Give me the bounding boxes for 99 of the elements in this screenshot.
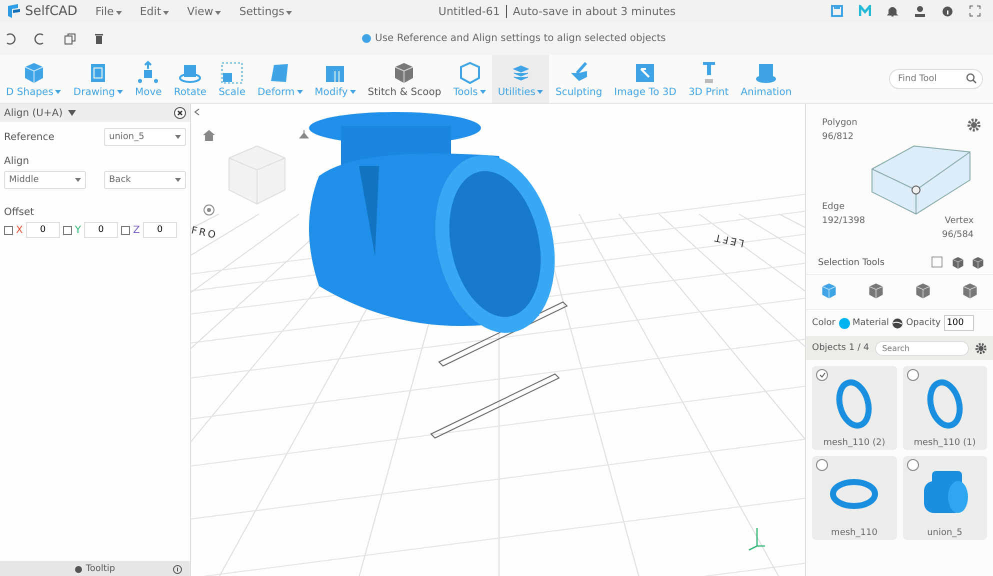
offset-field[interactable]: 0 [142, 222, 177, 238]
ring-thumbnail [834, 378, 874, 430]
toolbar-tool[interactable]: Drawing [67, 55, 129, 103]
caret-icon [175, 178, 181, 182]
axis-label: X [16, 224, 23, 236]
toolbar-tool[interactable]: Animation [734, 55, 798, 103]
offset-field[interactable]: 0 [84, 222, 118, 238]
caret-icon [175, 135, 181, 139]
object-name: mesh_110 (2) [823, 438, 886, 448]
edge-label: Edge [822, 201, 846, 214]
info-icon [362, 34, 371, 43]
tooltip-label[interactable]: Tooltip [86, 564, 116, 574]
object-name: mesh_110 (1) [914, 438, 976, 448]
fullscreen-icon[interactable] [969, 5, 981, 17]
user-icon[interactable] [914, 5, 926, 17]
caret-icon[interactable] [68, 110, 76, 116]
object-card[interactable]: union_5 [902, 456, 987, 540]
home-icon[interactable] [203, 130, 215, 141]
color-label: Color [812, 318, 836, 328]
box-select-icon[interactable] [931, 256, 945, 270]
object-name: mesh_110 [831, 528, 878, 538]
toolbar-tool[interactable]: Scale [212, 55, 252, 103]
axis-checkbox[interactable] [4, 226, 13, 234]
polygon-label: Polygon [822, 117, 858, 130]
axis-label: Z [132, 224, 140, 236]
opacity-label: Opacity [906, 318, 941, 328]
undo-icon[interactable] [4, 32, 16, 44]
cube-icon[interactable] [971, 256, 985, 270]
menu-item[interactable]: View [187, 4, 222, 18]
trash-icon[interactable] [94, 32, 104, 44]
ring-thumbnail [924, 378, 965, 430]
app-logo-text: SelfCAD [25, 4, 78, 18]
bell-icon[interactable] [887, 5, 898, 17]
object-name: union_5 [927, 528, 962, 538]
axis-checkbox[interactable] [62, 226, 72, 234]
objects-title: Objects 1 / 4 [812, 343, 870, 353]
select-radio[interactable] [816, 369, 828, 381]
toolbar-tool[interactable]: 3D Print [682, 55, 735, 103]
toolbar-tool[interactable]: Modify [308, 55, 362, 103]
toolbar-tool[interactable]: Sculpting [549, 55, 608, 103]
field-label: Align [4, 156, 30, 167]
polygon-count: 96/812 [822, 131, 855, 144]
copy-icon[interactable] [64, 32, 76, 44]
hint-text: Use Reference and Align settings to align selected objects [375, 33, 666, 44]
toolbar-tool[interactable]: Deform [251, 55, 309, 103]
align-dropdown[interactable]: Middle [4, 171, 86, 189]
reference-dropdown[interactable]: union_5 [104, 128, 186, 146]
material-sphere-icon[interactable] [892, 318, 904, 328]
menu-item[interactable]: Settings [239, 4, 292, 18]
align-dropdown[interactable]: Back [104, 171, 186, 189]
axis-label: Y [74, 224, 81, 236]
panel-title: Align (U+A) [4, 108, 63, 118]
redo-icon[interactable] [34, 32, 46, 44]
move-arrows-icon [136, 60, 160, 84]
info-icon [74, 566, 82, 572]
selection-tools-label: Selection Tools [818, 258, 885, 268]
scale-icon [220, 60, 244, 84]
toolbar-tool[interactable]: Move [129, 55, 168, 103]
axis-label: LEFT [712, 230, 746, 248]
camera-icon[interactable] [203, 204, 215, 216]
vertex-count: 96/584 [942, 229, 974, 242]
toolbar-tool[interactable]: D Shapes [0, 55, 68, 103]
edge-count: 192/1398 [822, 215, 866, 228]
info-icon[interactable] [942, 6, 953, 16]
check-icon [818, 372, 826, 378]
material-label: Material [852, 318, 890, 328]
document-title: Untitled-61 [438, 4, 500, 18]
axis-checkbox[interactable] [120, 226, 130, 234]
object-card[interactable]: mesh_110 (1) [902, 366, 987, 450]
menu-item[interactable]: File [95, 4, 122, 18]
info-circle-icon[interactable] [173, 564, 182, 574]
settings-icon[interactable] [975, 342, 987, 354]
logo-icon [6, 3, 22, 19]
search-icon[interactable] [966, 73, 977, 84]
offset-field[interactable]: 0 [26, 222, 60, 238]
settings-icon[interactable] [967, 118, 981, 132]
toolbar-tool[interactable]: Tools [447, 55, 492, 103]
close-icon[interactable] [174, 107, 186, 119]
objects-search-field[interactable]: Search [875, 340, 970, 356]
toolbar-tool[interactable]: Image To 3D [608, 55, 682, 103]
caret-icon [75, 178, 81, 182]
select-radio[interactable] [906, 369, 918, 381]
cube-icon[interactable] [951, 256, 965, 270]
color-swatch[interactable] [838, 318, 850, 328]
object-card[interactable]: mesh_110 [812, 456, 896, 540]
toolbar-tool[interactable]: Stitch & Scoop [362, 55, 448, 103]
select-radio[interactable] [906, 459, 918, 471]
field-label: Offset [4, 207, 36, 218]
autosave-status: Auto-save in about 3 minutes [512, 4, 676, 18]
menu-item[interactable]: Edit [140, 4, 170, 18]
field-label: Reference [4, 132, 54, 142]
object-card[interactable]: mesh_110 (2) [812, 366, 896, 450]
find-tool-field[interactable]: Find Tool [889, 69, 983, 89]
opacity-field[interactable]: 100 [944, 315, 974, 331]
vertex-label: Vertex [944, 215, 974, 228]
axis-label: FRO [191, 225, 218, 242]
select-radio[interactable] [816, 459, 828, 471]
cube-outline-icon [458, 60, 482, 84]
toolbar-tool[interactable]: Rotate [168, 55, 213, 103]
